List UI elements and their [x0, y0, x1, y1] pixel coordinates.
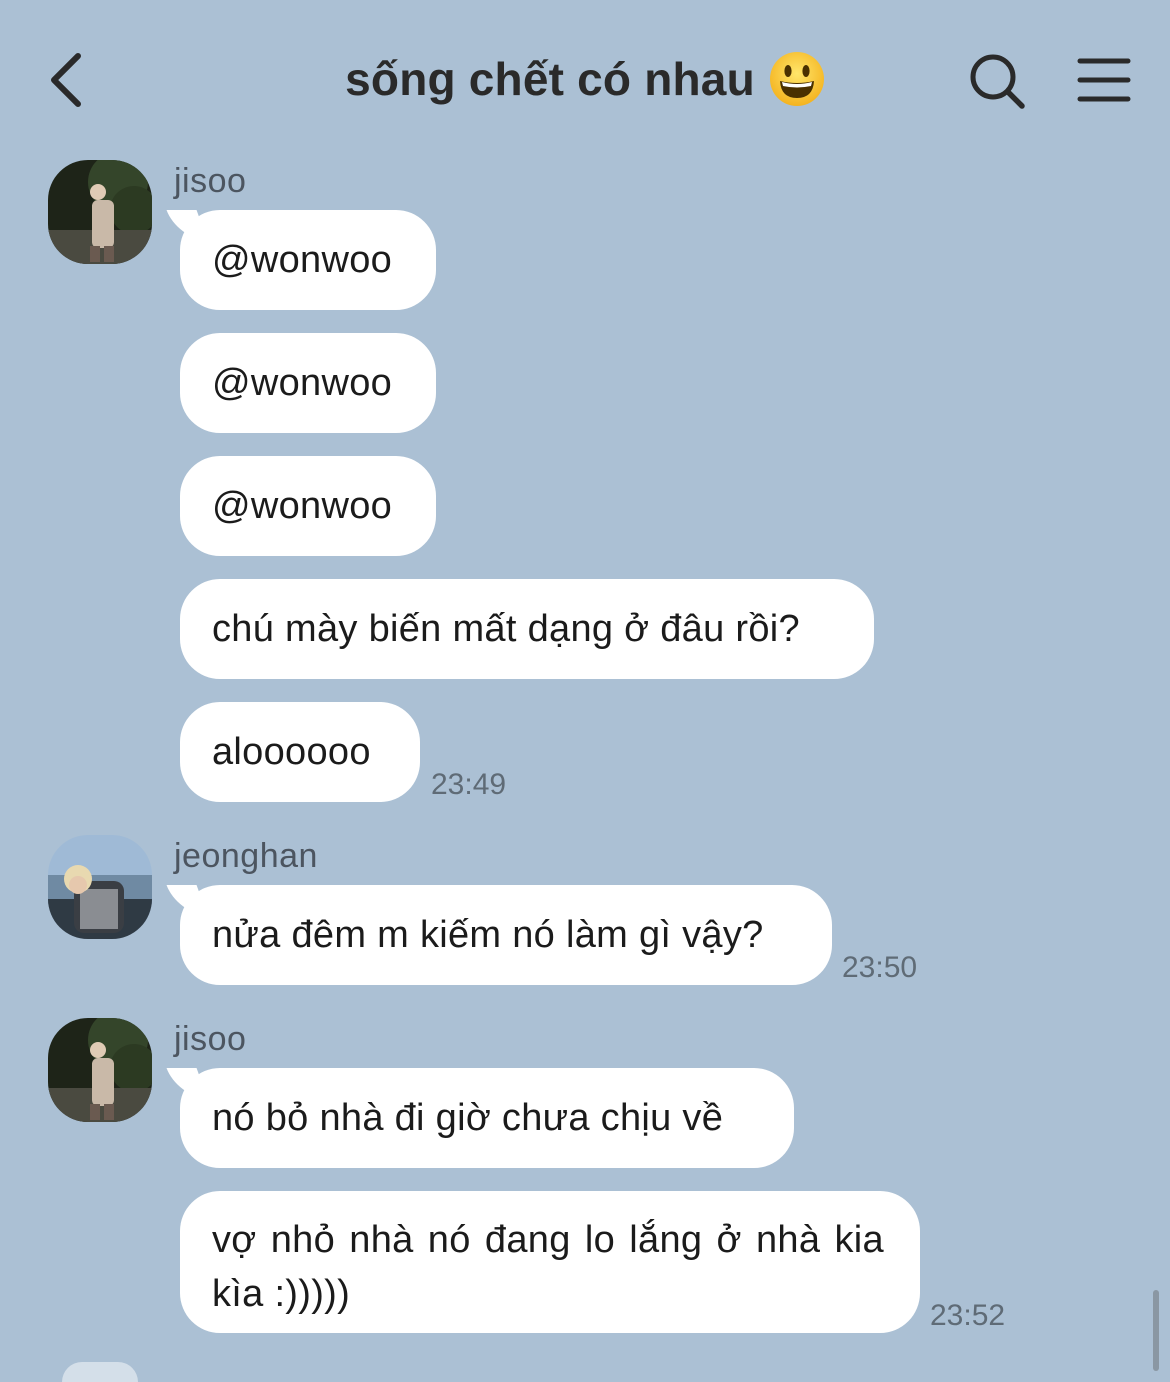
- menu-button[interactable]: [1074, 52, 1136, 110]
- message-text: aloooooo: [212, 731, 371, 773]
- sender-name: jisoo: [174, 162, 247, 200]
- message-text: nó bỏ nhà đi giờ chưa chịu về: [212, 1097, 724, 1139]
- message-bubble[interactable]: @wonwoo: [180, 333, 436, 433]
- chat-header: sống chết có nhau: [0, 0, 1170, 150]
- message-text: @wonwoo: [212, 362, 393, 404]
- menu-icon: [1077, 58, 1131, 102]
- message-text: vợ nhỏ nhà nó đang lo lắng ở nhà kia kìa…: [212, 1219, 884, 1315]
- message-text: nửa đêm m kiếm nó làm gì vậy?: [212, 914, 764, 956]
- message-bubble[interactable]: vợ nhỏ nhà nó đang lo lắng ở nhà kia kìa…: [180, 1191, 920, 1333]
- chat-title-text: sống chết có nhau: [345, 52, 755, 105]
- message-bubble[interactable]: nửa đêm m kiếm nó làm gì vậy?: [180, 885, 832, 985]
- message-bubble[interactable]: aloooooo: [180, 702, 420, 802]
- message-text: @wonwoo: [212, 485, 393, 527]
- message-timestamp: 23:52: [930, 1299, 1006, 1332]
- avatar[interactable]: [48, 160, 152, 264]
- chevron-left-icon: [51, 53, 81, 107]
- message-text: @wonwoo: [212, 239, 393, 281]
- message-text: chú mày biến mất dạng ở đâu rồi?: [212, 608, 800, 650]
- avatar-photo: [48, 835, 152, 939]
- grinning-face-emoji: [769, 51, 824, 106]
- avatar-photo: [48, 160, 152, 264]
- message-timestamp: 23:50: [842, 951, 918, 984]
- avatar[interactable]: [48, 1018, 152, 1122]
- avatar-partial: [62, 1362, 138, 1382]
- chat-title: sống chết có nhau: [200, 48, 970, 107]
- sender-name: jisoo: [174, 1020, 247, 1058]
- message-bubble[interactable]: nó bỏ nhà đi giờ chưa chịu về: [180, 1068, 794, 1168]
- message-timestamp: 23:49: [431, 768, 507, 801]
- avatar[interactable]: [48, 835, 152, 939]
- search-button[interactable]: [966, 50, 1030, 114]
- avatar-photo: [48, 1018, 152, 1122]
- sender-name: jeonghan: [174, 837, 318, 875]
- back-button[interactable]: [40, 44, 100, 116]
- message-bubble[interactable]: chú mày biến mất dạng ở đâu rồi?: [180, 579, 874, 679]
- message-bubble[interactable]: @wonwoo: [180, 210, 436, 310]
- scrollbar[interactable]: [1153, 1290, 1159, 1371]
- message-bubble[interactable]: @wonwoo: [180, 456, 436, 556]
- search-icon: [970, 54, 1025, 109]
